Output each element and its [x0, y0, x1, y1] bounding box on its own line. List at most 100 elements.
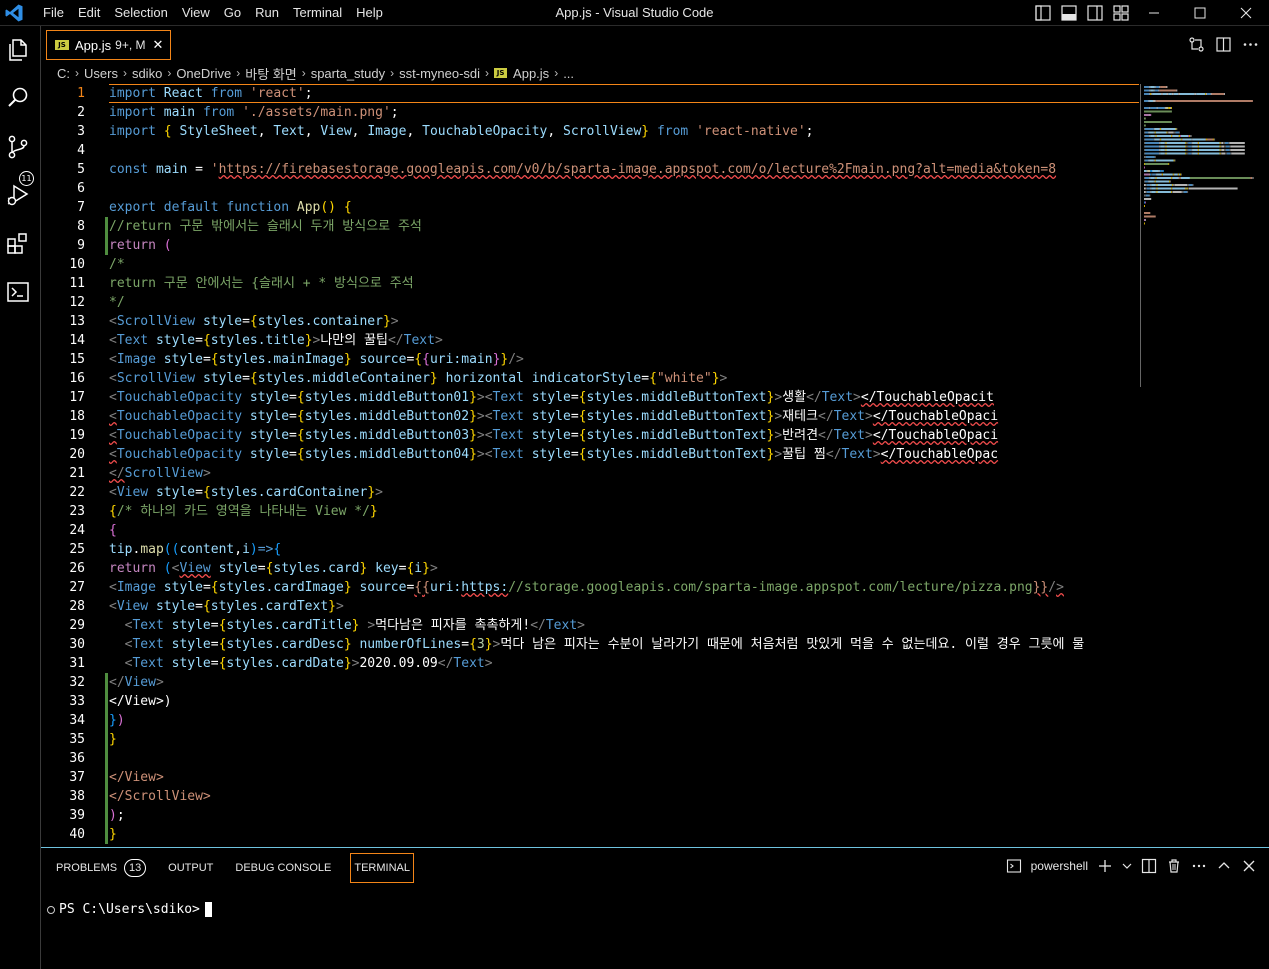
- split-terminal-icon[interactable]: [1141, 858, 1157, 874]
- code-line[interactable]: }: [109, 825, 117, 844]
- tab-output[interactable]: OUTPUT: [165, 853, 216, 883]
- terminal-name[interactable]: powershell: [1031, 859, 1088, 873]
- menu-go[interactable]: Go: [217, 0, 248, 26]
- toggle-primary-sidebar-icon[interactable]: [1034, 4, 1052, 22]
- breadcrumb-drive[interactable]: C:: [57, 66, 70, 81]
- code-line[interactable]: return (<View style={styles.card} key={i…: [109, 559, 438, 578]
- tab-debug-console[interactable]: DEBUG CONSOLE: [232, 853, 334, 883]
- menu-view[interactable]: View: [175, 0, 217, 26]
- terminal-output[interactable]: PS C:\Users\sdiko>: [47, 902, 212, 917]
- breadcrumb-symbols[interactable]: ...: [563, 66, 574, 81]
- extensions-icon[interactable]: [5, 231, 31, 257]
- code-line[interactable]: );: [109, 806, 125, 825]
- code-line[interactable]: <TouchableOpacity style={styles.middleBu…: [109, 407, 998, 426]
- tab-app-js[interactable]: JS App.js 9+, M ✕: [46, 30, 171, 60]
- code-line[interactable]: <TouchableOpacity style={styles.middleBu…: [109, 426, 998, 445]
- breadcrumb-file[interactable]: App.js: [513, 66, 549, 81]
- code-line[interactable]: //return 구문 밖에서는 슬래시 두개 방식으로 주석: [109, 217, 422, 236]
- source-control-icon[interactable]: [5, 134, 31, 160]
- code-line[interactable]: return 구문 안에서는 {슬래시 + * 방식으로 주석: [109, 274, 414, 293]
- code-line[interactable]: import React from 'react';: [109, 84, 313, 103]
- code-token: import: [109, 86, 156, 101]
- code-token: content: [179, 542, 235, 557]
- maximize-panel-icon[interactable]: [1216, 858, 1232, 874]
- minimap[interactable]: [1142, 84, 1266, 394]
- code-token: }: [469, 447, 477, 462]
- tab-problems[interactable]: PROBLEMS 13: [53, 853, 149, 883]
- minimap-token: [1185, 149, 1187, 151]
- minimap-slider[interactable]: [1140, 84, 1141, 387]
- code-line[interactable]: <View style={styles.cardContainer}>: [109, 483, 383, 502]
- code-line[interactable]: </ScrollView>: [109, 787, 211, 806]
- close-panel-icon[interactable]: [1241, 858, 1257, 874]
- menu-selection[interactable]: Selection: [107, 0, 174, 26]
- code-line[interactable]: <Image style={styles.mainImage} source={…: [109, 350, 524, 369]
- code-line[interactable]: </ScrollView>: [109, 464, 211, 483]
- toggle-panel-icon[interactable]: [1060, 4, 1078, 22]
- code-line[interactable]: <ScrollView style={styles.middleContaine…: [109, 369, 727, 388]
- code-line[interactable]: <Text style={styles.cardTitle} >먹다남은 피자를…: [109, 616, 585, 635]
- maximize-button[interactable]: [1177, 0, 1223, 26]
- chevron-down-icon[interactable]: [1122, 858, 1132, 874]
- breadcrumb-sparta-study[interactable]: sparta_study: [311, 66, 385, 81]
- breadcrumb-users[interactable]: Users: [84, 66, 118, 81]
- code-token: style: [249, 390, 290, 405]
- minimap-token: [1155, 159, 1174, 162]
- code-line[interactable]: import { StyleSheet, Text, View, Image, …: [109, 122, 814, 141]
- minimap-token: [1220, 142, 1222, 144]
- code-editor[interactable]: 1 2 3 4 5 6 7 8 9 10 11 12 13 14 15 16 17 18 19 20 21 22 23 24 2…: [41, 84, 1269, 847]
- menu-file[interactable]: File: [36, 0, 71, 26]
- code-line[interactable]: return (: [109, 236, 172, 255]
- code-line[interactable]: const main = 'https://firebasestorage.go…: [109, 160, 1056, 179]
- code-line[interactable]: <TouchableOpacity style={styles.middleBu…: [109, 388, 994, 407]
- breadcrumb-onedrive[interactable]: OneDrive: [176, 66, 231, 81]
- code-line[interactable]: {: [109, 521, 117, 540]
- close-tab-icon[interactable]: ✕: [153, 38, 164, 53]
- search-icon[interactable]: [5, 85, 31, 111]
- code-area[interactable]: import React from 'react'; import main fr…: [109, 84, 1139, 847]
- code-line[interactable]: </View>): [109, 692, 172, 711]
- menu-help[interactable]: Help: [349, 0, 390, 26]
- code-line[interactable]: <Text style={styles.cardDesc} numberOfLi…: [109, 635, 1085, 654]
- breadcrumb-desktop[interactable]: 바탕 화면: [245, 64, 296, 83]
- code-line[interactable]: <Text style={styles.cardDate}>2020.09.09…: [109, 654, 493, 673]
- run-debug-icon[interactable]: [5, 182, 31, 208]
- code-line[interactable]: }: [109, 730, 117, 749]
- minimap-token: [1189, 135, 1190, 137]
- menu-run[interactable]: Run: [248, 0, 286, 26]
- code-line[interactable]: <TouchableOpacity style={styles.middleBu…: [109, 445, 998, 464]
- code-line[interactable]: </View>: [109, 768, 164, 787]
- minimize-button[interactable]: [1131, 0, 1177, 26]
- code-line[interactable]: import main from './assets/main.png';: [109, 103, 399, 122]
- code-line[interactable]: <Image style={styles.cardImage} source={…: [109, 578, 1064, 597]
- new-terminal-icon[interactable]: [1097, 858, 1113, 874]
- tab-terminal[interactable]: TERMINAL: [350, 853, 414, 883]
- code-line[interactable]: */: [109, 293, 125, 312]
- code-line[interactable]: <Text style={styles.title}>나만의 꿀팁</Text>: [109, 331, 443, 350]
- minimap-token: [1144, 124, 1146, 127]
- minimap-token: [1220, 145, 1222, 148]
- more-actions-icon[interactable]: [1242, 36, 1259, 53]
- code-line[interactable]: {/* 하나의 카드 영역을 나타내는 View */}: [109, 502, 378, 521]
- code-line[interactable]: </View>: [109, 673, 164, 692]
- close-window-button[interactable]: [1223, 0, 1269, 26]
- menu-terminal[interactable]: Terminal: [286, 0, 349, 26]
- more-actions-icon[interactable]: [1191, 858, 1207, 874]
- code-line[interactable]: export default function App() {: [109, 198, 352, 217]
- code-line[interactable]: /*: [109, 255, 125, 274]
- breadcrumb-project[interactable]: sst-myneo-sdi: [399, 66, 480, 81]
- code-line[interactable]: tip.map((content,i)=>{: [109, 540, 281, 559]
- customize-layout-icon[interactable]: [1112, 4, 1130, 22]
- trash-icon[interactable]: [1166, 858, 1182, 874]
- code-line[interactable]: }): [109, 711, 125, 730]
- menu-edit[interactable]: Edit: [71, 0, 107, 26]
- minimap-token: [1225, 142, 1229, 144]
- split-editor-icon[interactable]: [1215, 36, 1232, 53]
- code-line[interactable]: <View style={styles.cardText}>: [109, 597, 344, 616]
- open-changes-icon[interactable]: [1188, 36, 1205, 53]
- remote-explorer-icon[interactable]: [5, 279, 31, 305]
- breadcrumb-user[interactable]: sdiko: [132, 66, 162, 81]
- explorer-icon[interactable]: [5, 37, 31, 63]
- code-line[interactable]: <ScrollView style={styles.container}>: [109, 312, 399, 331]
- toggle-secondary-sidebar-icon[interactable]: [1086, 4, 1104, 22]
